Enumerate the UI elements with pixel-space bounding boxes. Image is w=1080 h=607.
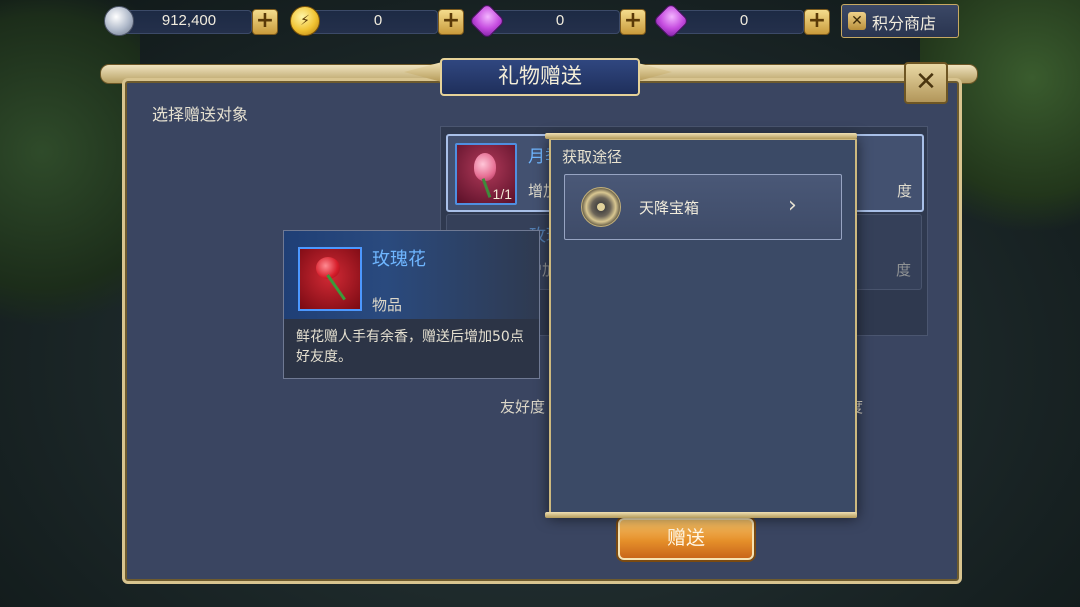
currency-silver: 912,400 + bbox=[104, 4, 278, 36]
send-gift-button[interactable]: 赠送 bbox=[618, 518, 754, 560]
points-shop-label: 积分商店 bbox=[872, 14, 937, 33]
rose-icon bbox=[298, 247, 362, 311]
gold-value: 0 bbox=[373, 12, 383, 29]
add-gem-button[interactable]: + bbox=[804, 9, 830, 35]
close-button[interactable]: ✕ bbox=[904, 62, 948, 104]
popup-top-rail bbox=[545, 133, 857, 139]
gem-value: 0 bbox=[739, 12, 749, 29]
add-silver-button[interactable]: + bbox=[252, 9, 278, 35]
gold-coin-icon: ⚡ bbox=[290, 6, 320, 36]
friendship-label: 友好度 bbox=[500, 398, 546, 416]
item-tooltip: 玫瑰花 物品 鲜花赠人手有余香，赠送后增加50点好友度。 bbox=[283, 230, 540, 379]
acquire-path-title: 获取途径 bbox=[562, 148, 623, 166]
currency-locked-gem: 0 + bbox=[468, 2, 648, 40]
currency-gem: 0 + bbox=[652, 2, 832, 40]
tooltip-item-desc: 鲜花赠人手有余香，赠送后增加50点好友度。 bbox=[296, 329, 524, 365]
currency-gold: ⚡ 0 + bbox=[290, 4, 466, 36]
shop-icon: ✕ bbox=[848, 12, 866, 30]
dialog-title: 礼物赠送 bbox=[440, 58, 640, 96]
tooltip-item-name: 玫瑰花 bbox=[372, 249, 426, 270]
chevron-right-icon: › bbox=[788, 193, 797, 218]
acquire-path-name: 天降宝箱 bbox=[639, 199, 700, 217]
tooltip-item-type: 物品 bbox=[372, 296, 403, 314]
gift-desc-tail: 度 bbox=[896, 182, 912, 200]
target-chest-icon bbox=[581, 187, 621, 227]
acquire-path-item[interactable]: 天降宝箱 › bbox=[564, 174, 842, 240]
chinese-rose-icon: 1/1 bbox=[455, 143, 517, 205]
popup-bottom-rail bbox=[545, 512, 857, 518]
select-target-label: 选择赠送对象 bbox=[152, 105, 249, 124]
background-foliage-left bbox=[0, 0, 140, 380]
points-shop-button[interactable]: ✕ 积分商店 bbox=[841, 4, 959, 38]
gift-count: 1/1 bbox=[492, 186, 512, 202]
silver-coin-icon bbox=[104, 6, 134, 36]
add-gold-button[interactable]: + bbox=[438, 9, 464, 35]
add-locked-gem-button[interactable]: + bbox=[620, 9, 646, 35]
currency-bar: 912,400 + ⚡ 0 + 0 + 0 + ✕ 积分商店 bbox=[104, 2, 964, 40]
gift-desc-tail: 度 bbox=[895, 261, 911, 279]
silver-value: 912,400 bbox=[161, 12, 217, 29]
locked-gem-value: 0 bbox=[555, 12, 565, 29]
